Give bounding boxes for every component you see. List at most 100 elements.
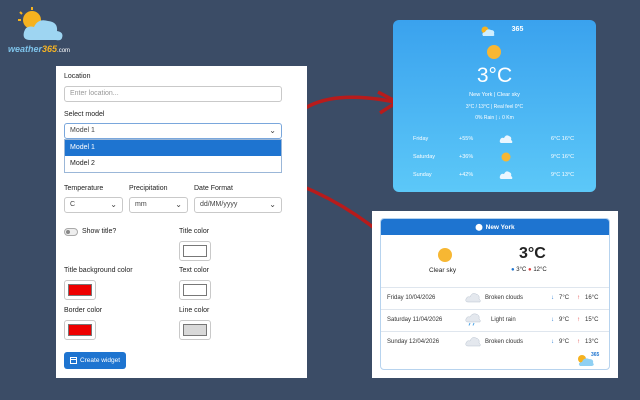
chevron-down-icon: ⌄ bbox=[110, 200, 117, 209]
line-color-swatch bbox=[183, 324, 207, 336]
precipitation-select[interactable]: mm ⌄ bbox=[129, 197, 188, 213]
logo-text: weather365.com bbox=[8, 44, 70, 54]
title-bg-color-label: Title background color bbox=[64, 267, 133, 274]
widget-icon bbox=[69, 357, 77, 364]
forecast-rain: +36% bbox=[459, 154, 474, 160]
forecast-low: 7°C bbox=[559, 295, 570, 301]
forecast-day: Sunday bbox=[413, 172, 432, 178]
title-bg-color-picker[interactable] bbox=[64, 280, 96, 300]
widget-preview-model-1: 365 3°C New York | Clear sky 3°C / 13°C … bbox=[393, 20, 596, 192]
rain-cloud-icon bbox=[465, 313, 481, 326]
border-color-picker[interactable] bbox=[64, 320, 96, 340]
forecast-range: 9°C 16°C bbox=[551, 154, 575, 160]
widget2-location: New York bbox=[485, 223, 515, 231]
border-color-label: Border color bbox=[64, 307, 103, 314]
widget2-current-range: ● 3°C ● 12°C bbox=[511, 267, 547, 273]
forecast-date: Saturday 11/04/2026 bbox=[387, 317, 443, 323]
logo-brand-accent: 365 bbox=[42, 44, 58, 54]
line-color-picker[interactable] bbox=[179, 320, 211, 340]
location-pin-icon: ⬤ bbox=[475, 224, 483, 231]
widget2-current-high: 12°C bbox=[533, 267, 547, 273]
widget1-forecast-row: Friday +55% 6°C 16°C bbox=[393, 135, 596, 146]
model-select[interactable]: Model 1 ⌄ bbox=[64, 123, 282, 139]
model-dropdown: Model 1 Model 2 bbox=[64, 139, 282, 173]
logo-brand: weather bbox=[8, 44, 43, 54]
precipitation-value: mm bbox=[135, 201, 147, 208]
widget2-header: ⬤ New York bbox=[381, 219, 609, 235]
widget1-range: 3°C / 13°C | Real feel 0°C bbox=[465, 104, 524, 110]
title-color-label: Title color bbox=[179, 228, 210, 235]
sun-icon bbox=[438, 248, 452, 262]
temperature-value: C bbox=[70, 201, 76, 208]
border-color-swatch bbox=[68, 324, 92, 336]
cloud-icon bbox=[499, 135, 513, 143]
date-format-select[interactable]: dd/MM/yyyy ⌄ bbox=[194, 197, 282, 213]
sun-cloud-logo-icon bbox=[18, 7, 63, 41]
model-option-1[interactable]: Model 1 bbox=[65, 140, 281, 156]
widget1-precip: 0% Rain | ↓ 0 Km bbox=[475, 115, 514, 121]
widget-preview-model-2: ⬤ New York Clear sky 3°C ● 3°C ● 12°C Fr… bbox=[372, 211, 618, 378]
widget1-location: New York | Clear sky bbox=[469, 92, 520, 98]
title-color-swatch bbox=[183, 245, 207, 257]
logo-domain: .com bbox=[57, 48, 71, 54]
sun-icon bbox=[501, 152, 511, 162]
forecast-low: 9°C bbox=[559, 317, 570, 323]
widget-config-form: Location Enter location... Select model … bbox=[56, 66, 307, 378]
model-label: Select model bbox=[64, 111, 105, 118]
widget2-forecast-row: Sunday 12/04/2026 Broken clouds ↓ 9°C ↑ … bbox=[381, 331, 609, 351]
model-select-value: Model 1 bbox=[70, 127, 95, 134]
widget1-temp: 3°C bbox=[476, 64, 513, 87]
temperature-select[interactable]: C ⌄ bbox=[64, 197, 123, 213]
widget2-logo-text: 365 bbox=[591, 352, 600, 358]
text-color-picker[interactable] bbox=[179, 280, 211, 300]
arrow-down-icon: ↓ bbox=[551, 317, 554, 323]
widget1-forecast-row: Sunday +42% 9°C 13°C bbox=[393, 171, 596, 182]
forecast-desc: Broken clouds bbox=[485, 295, 524, 301]
low-icon: ● bbox=[511, 267, 515, 273]
forecast-day: Saturday bbox=[413, 154, 436, 160]
cloud-icon bbox=[465, 337, 481, 347]
arrow-up-icon: ↑ bbox=[577, 317, 580, 323]
arrow-down-icon: ↓ bbox=[551, 339, 554, 345]
forecast-rain: +55% bbox=[459, 136, 474, 142]
chevron-down-icon: ⌄ bbox=[175, 200, 182, 209]
cloud-icon bbox=[499, 171, 513, 179]
location-label: Location bbox=[64, 73, 91, 80]
date-format-label: Date Format bbox=[194, 185, 233, 192]
weather365-logo: weather365.com bbox=[8, 6, 92, 54]
widget1-forecast-row: Saturday +36% 9°C 16°C bbox=[393, 152, 596, 164]
temperature-label: Temperature bbox=[64, 185, 104, 192]
high-icon: ● bbox=[528, 267, 532, 273]
forecast-high: 16°C bbox=[585, 295, 599, 301]
widget2-current-low: 3°C bbox=[516, 267, 527, 273]
widget2-forecast-row: Friday 10/04/2026 Broken clouds ↓ 7°C ↑ … bbox=[381, 287, 609, 307]
show-title-toggle[interactable] bbox=[64, 228, 78, 236]
widget2-card: ⬤ New York Clear sky 3°C ● 3°C ● 12°C Fr… bbox=[380, 218, 610, 370]
forecast-desc: Light rain bbox=[491, 317, 516, 323]
text-color-swatch bbox=[183, 284, 207, 296]
text-color-label: Text color bbox=[179, 267, 209, 274]
sun-icon bbox=[487, 45, 501, 59]
show-title-label: Show title? bbox=[82, 228, 117, 235]
arrow-up-icon: ↑ bbox=[577, 339, 580, 345]
line-color-label: Line color bbox=[179, 307, 210, 314]
location-input[interactable]: Enter location... bbox=[64, 86, 282, 102]
forecast-desc: Broken clouds bbox=[485, 339, 524, 345]
forecast-range: 9°C 13°C bbox=[551, 172, 575, 178]
widget2-current-desc: Clear sky bbox=[429, 267, 457, 274]
forecast-date: Sunday 12/04/2026 bbox=[387, 339, 440, 345]
title-color-picker[interactable] bbox=[179, 241, 211, 261]
cloud-icon bbox=[465, 293, 481, 303]
forecast-day: Friday bbox=[413, 136, 429, 142]
widget2-current-temp: 3°C bbox=[519, 245, 546, 262]
title-bg-color-swatch bbox=[68, 284, 92, 296]
arrow-down-icon: ↓ bbox=[551, 295, 554, 301]
create-widget-button[interactable]: Create widget bbox=[64, 352, 126, 369]
date-format-value: dd/MM/yyyy bbox=[200, 201, 238, 208]
arrow-up-icon: ↑ bbox=[577, 295, 580, 301]
widget2-forecast-row: Saturday 11/04/2026 Light rain ↓ 9°C ↑ 1… bbox=[381, 309, 609, 329]
precipitation-label: Precipitation bbox=[129, 185, 168, 192]
forecast-rain: +42% bbox=[459, 172, 474, 178]
widget1-logo-text: 365 bbox=[511, 26, 524, 33]
model-option-2[interactable]: Model 2 bbox=[65, 156, 281, 172]
